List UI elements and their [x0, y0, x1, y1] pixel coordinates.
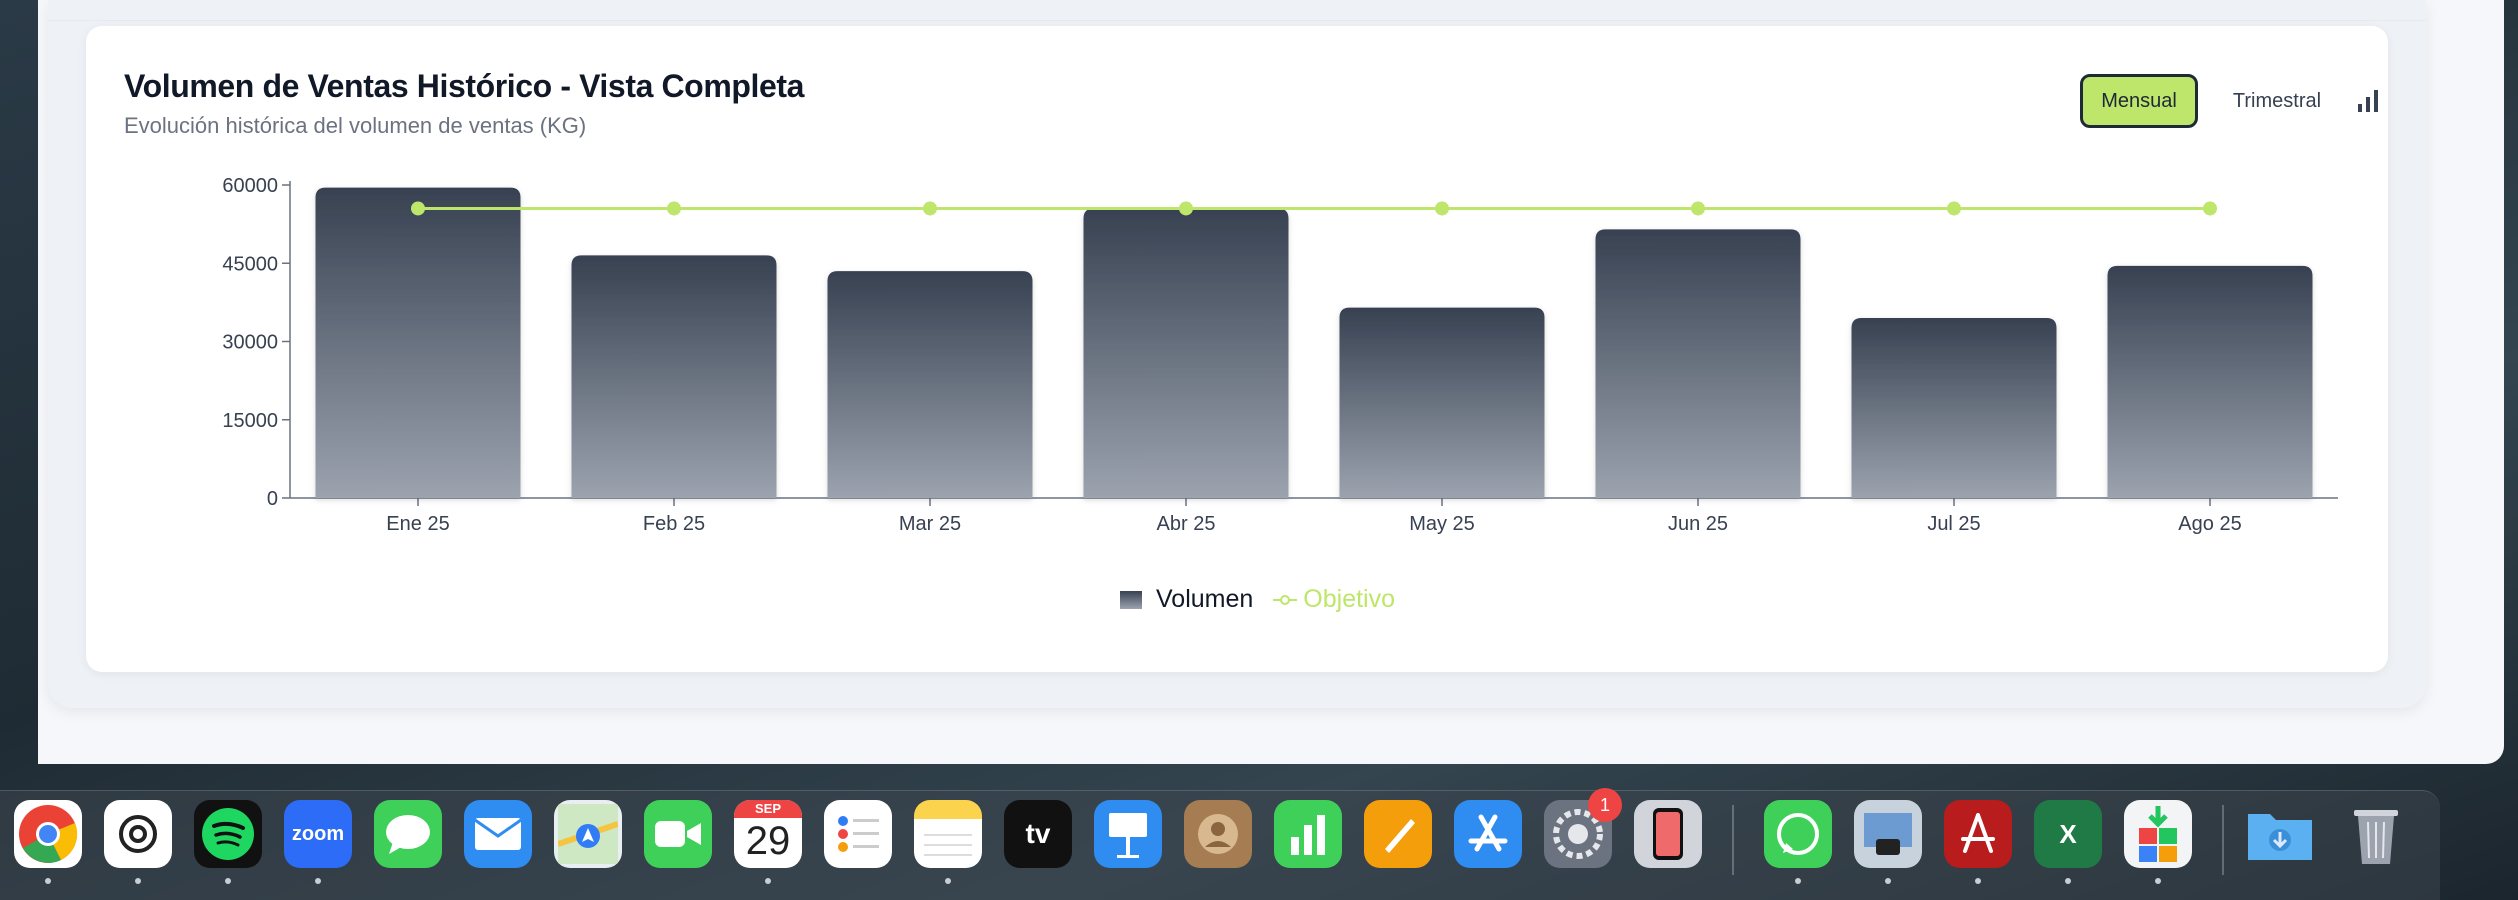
dock-notes[interactable] — [914, 800, 982, 868]
running-indicator — [315, 878, 321, 884]
x-tick-label: May 25 — [1409, 513, 1475, 535]
dock-maps[interactable] — [554, 800, 622, 868]
dock-contacts[interactable] — [1184, 800, 1252, 868]
objetivo-point[interactable] — [2203, 201, 2217, 216]
dock-chrome[interactable] — [14, 800, 82, 868]
running-indicator — [2155, 878, 2161, 884]
dock-downloads[interactable] — [2246, 800, 2314, 868]
legend-volumen[interactable]: Volumen — [1156, 585, 1253, 614]
x-tick-label: Ago 25 — [2178, 513, 2241, 535]
acrobat-icon — [1961, 813, 1995, 853]
dock-numbers[interactable] — [1274, 800, 1342, 868]
chart-legend: Volumen Objetivo — [1120, 585, 1395, 614]
running-indicator — [45, 878, 51, 884]
dock-spotify[interactable] — [194, 800, 262, 868]
spotify-icon — [202, 808, 254, 860]
running-indicator — [135, 878, 141, 884]
dock-trash[interactable] — [2342, 800, 2410, 868]
preview-icon — [1864, 813, 1912, 855]
dock-installer[interactable] — [2124, 800, 2192, 868]
volumen-bar[interactable] — [1851, 318, 2057, 498]
x-tick-label: Feb 25 — [643, 513, 705, 535]
y-tick-label: 15000 — [222, 410, 278, 432]
y-tick-label: 30000 — [222, 332, 278, 354]
iphone-icon — [1653, 808, 1683, 860]
chatgpt-icon — [119, 815, 157, 853]
messages-icon — [386, 815, 430, 854]
volumen-legend-swatch — [1120, 590, 1142, 609]
objetivo-point[interactable] — [411, 201, 425, 216]
objetivo-point[interactable] — [1947, 201, 1961, 216]
maps-icon — [558, 804, 618, 864]
trash-icon — [2354, 810, 2398, 864]
volumen-bar[interactable] — [1339, 307, 1545, 498]
volumen-bar[interactable] — [827, 271, 1033, 498]
objetivo-point[interactable] — [1691, 201, 1705, 216]
legend-objetivo[interactable]: Objetivo — [1303, 585, 1395, 614]
running-indicator — [765, 878, 771, 884]
calendar-day: 29 — [745, 819, 791, 863]
y-tick-label: 60000 — [222, 175, 278, 197]
x-tick-label: Mar 25 — [899, 513, 961, 535]
running-indicator — [225, 878, 231, 884]
objetivo-point[interactable] — [1179, 201, 1193, 216]
x-tick-label: Jun 25 — [1668, 513, 1728, 535]
dock-keynote[interactable] — [1094, 800, 1162, 868]
volumen-bar[interactable] — [1595, 229, 1801, 498]
dock-acrobat[interactable] — [1944, 800, 2012, 868]
dock-reminders[interactable] — [824, 800, 892, 868]
running-indicator — [945, 878, 951, 884]
y-tick-label: 0 — [267, 488, 278, 510]
dock-mail[interactable] — [464, 800, 532, 868]
volumen-bar[interactable] — [571, 255, 777, 498]
dock-pages[interactable] — [1364, 800, 1432, 868]
dock-separator — [1732, 805, 1734, 875]
reminders-icon — [838, 816, 879, 852]
x-tick-label: Abr 25 — [1157, 513, 1216, 535]
objetivo-point[interactable] — [667, 201, 681, 216]
mail-icon — [474, 818, 522, 850]
contacts-icon — [1198, 814, 1238, 854]
running-indicator — [2065, 878, 2071, 884]
volumen-bar[interactable] — [2107, 265, 2313, 498]
pages-icon — [1385, 819, 1415, 853]
volumen-bar[interactable] — [315, 187, 521, 498]
x-tick-label: Jul 25 — [1927, 513, 1980, 535]
running-indicator — [1885, 878, 1891, 884]
dock-zoom[interactable]: zoom — [284, 800, 352, 868]
app-store-icon — [1468, 814, 1508, 852]
running-indicator — [1795, 878, 1801, 884]
objetivo-point[interactable] — [923, 201, 937, 216]
installer-icon — [2139, 806, 2177, 862]
dock-messages[interactable] — [374, 800, 442, 868]
dock-chatgpt[interactable] — [104, 800, 172, 868]
sales-volume-chart: 0 15000 30000 45000 60000 Ene 25 Feb 25 Mar 25 A… — [222, 175, 2338, 535]
dock-apple-tv[interactable]: tv — [1004, 800, 1072, 868]
keynote-icon — [1109, 813, 1147, 858]
volumen-bar[interactable] — [1083, 208, 1289, 498]
notes-icon — [924, 834, 972, 856]
dock-whatsapp[interactable] — [1764, 800, 1832, 868]
dock-iphone-mirroring[interactable] — [1634, 800, 1702, 868]
dock-calendar[interactable]: SEP 29 — [734, 800, 802, 868]
settings-badge: 1 — [1588, 788, 1622, 822]
dock-app-store[interactable] — [1454, 800, 1522, 868]
numbers-icon — [1291, 815, 1325, 855]
whatsapp-icon — [1777, 813, 1819, 855]
y-tick-label: 45000 — [222, 253, 278, 275]
dock-separator — [2222, 805, 2224, 875]
x-tick-label: Ene 25 — [386, 513, 449, 535]
objetivo-point[interactable] — [1435, 201, 1449, 216]
dock-preview[interactable] — [1854, 800, 1922, 868]
objetivo-legend-marker — [1273, 594, 1298, 605]
calendar-month: SEP — [734, 800, 802, 818]
folder-icon — [2248, 814, 2312, 860]
dock-facetime[interactable] — [644, 800, 712, 868]
video-camera-icon — [655, 821, 701, 847]
chrome-icon — [19, 805, 78, 863]
dock-excel[interactable]: X — [2034, 800, 2102, 868]
running-indicator — [1975, 878, 1981, 884]
